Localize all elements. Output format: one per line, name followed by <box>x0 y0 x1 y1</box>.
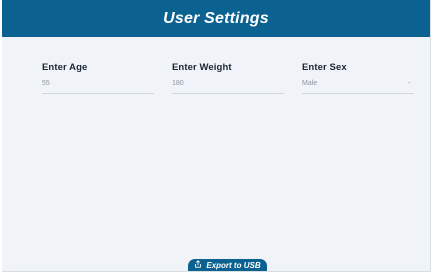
weight-field[interactable]: Enter Weight 180 <box>172 62 284 94</box>
settings-screen: User Settings Enter Age 55 Enter Weight … <box>2 0 431 272</box>
sex-select[interactable]: Enter Sex Male - <box>302 62 414 94</box>
export-to-usb-button[interactable]: Export to USB <box>188 259 267 271</box>
sex-label: Enter Sex <box>302 62 347 73</box>
weight-label: Enter Weight <box>172 62 232 73</box>
age-label: Enter Age <box>42 62 88 73</box>
age-field[interactable]: Enter Age 55 <box>42 62 154 94</box>
export-label: Export to USB <box>206 260 261 270</box>
dropdown-arrow-icon[interactable]: - <box>408 80 410 87</box>
sex-underline <box>302 93 414 94</box>
weight-input[interactable]: 180 <box>172 79 284 89</box>
sex-value[interactable]: Male <box>302 79 414 89</box>
age-input[interactable]: 55 <box>42 79 154 89</box>
share-icon <box>194 260 202 270</box>
age-underline <box>42 93 154 94</box>
weight-underline <box>172 93 284 94</box>
header-bar: User Settings <box>2 0 430 37</box>
page-title: User Settings <box>163 9 269 27</box>
